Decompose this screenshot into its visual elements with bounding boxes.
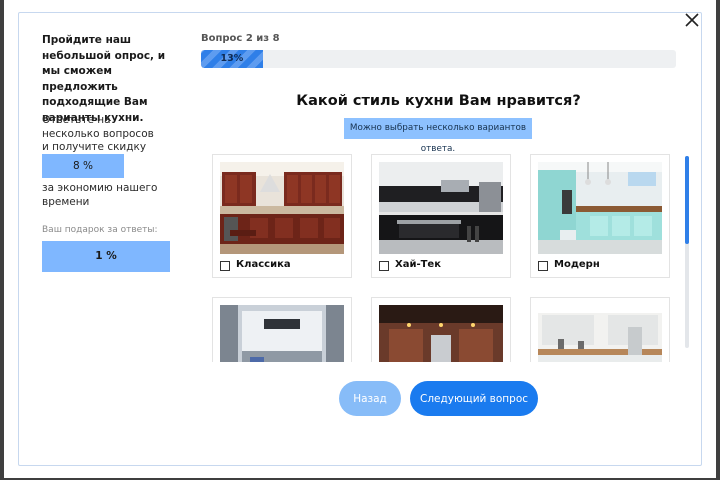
close-icon[interactable] xyxy=(682,10,702,30)
options-scrollbar-thumb[interactable] xyxy=(685,156,689,244)
kitchen-image-6 xyxy=(538,305,662,362)
option-card-4[interactable] xyxy=(212,297,352,362)
progress-bar: 13% xyxy=(201,50,676,68)
options-grid: Классика Хай-Тек Модерн xyxy=(208,150,674,362)
gift-label: Ваш подарок за ответы: xyxy=(42,225,158,235)
hitech-kitchen-image xyxy=(379,162,503,254)
discount-note: за экономию нашего времени xyxy=(42,182,158,208)
sidebar-title: Пройдите наш небольшой опрос, и мы сможе… xyxy=(42,34,166,124)
checkbox-modern[interactable] xyxy=(538,261,548,271)
multi-select-hint: Можно выбрать несколько вариантов ответа… xyxy=(344,118,532,154)
checkbox-hitech[interactable] xyxy=(379,261,389,271)
gift-badge: 1 % xyxy=(42,241,170,272)
checkbox-classic[interactable] xyxy=(220,261,230,271)
question-counter: Вопрос 2 из 8 xyxy=(201,33,280,44)
next-question-button[interactable]: Следующий вопрос xyxy=(410,381,538,416)
discount-badge: 8 % xyxy=(42,154,124,178)
progress-label: 13% xyxy=(220,53,244,64)
option-label: Модерн xyxy=(554,259,600,270)
back-button[interactable]: Назад xyxy=(339,381,401,416)
option-label: Хай-Тек xyxy=(395,259,442,270)
question-title: Какой стиль кухни Вам нравится? xyxy=(296,93,581,109)
option-card-5[interactable] xyxy=(371,297,511,362)
option-label: Классика xyxy=(236,259,291,270)
kitchen-image-4 xyxy=(220,305,344,362)
kitchen-image-5 xyxy=(379,305,503,362)
option-card-classic[interactable]: Классика xyxy=(212,154,352,278)
option-card-hitech[interactable]: Хай-Тек xyxy=(371,154,511,278)
answer-prompt: Ответьте на несколько вопросов и получит… xyxy=(42,114,154,153)
option-card-modern[interactable]: Модерн xyxy=(530,154,670,278)
modern-kitchen-image xyxy=(538,162,662,254)
classic-kitchen-image xyxy=(220,162,344,254)
option-card-6[interactable] xyxy=(530,297,670,362)
quiz-modal: Пройдите наш небольшой опрос, и мы сможе… xyxy=(4,0,716,478)
